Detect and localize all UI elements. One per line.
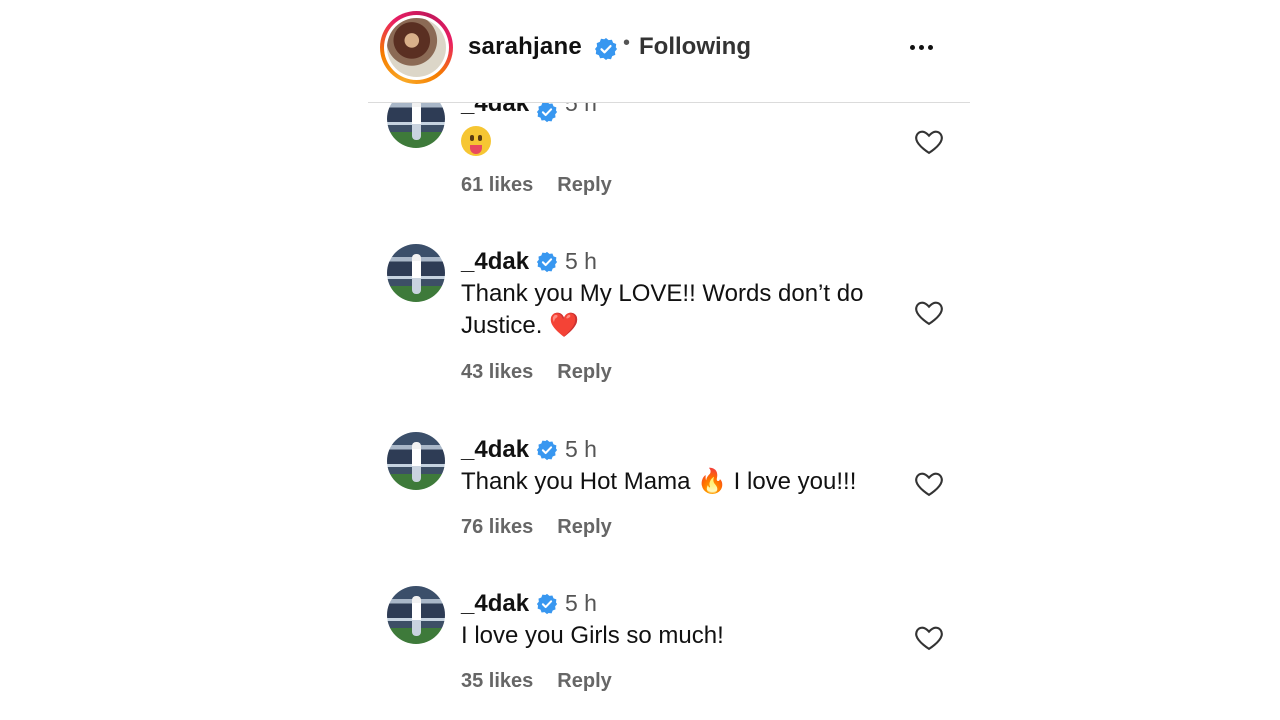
verified-badge-icon xyxy=(536,593,558,615)
post-header: sarahjane • Following xyxy=(368,0,970,103)
verified-badge-icon xyxy=(536,439,558,461)
comment-text: I love you Girls so much! xyxy=(461,622,724,649)
story-ring[interactable] xyxy=(380,11,453,84)
comments-panel: _4dak 5 h 61 likes Reply _4dak 5 h Thank … xyxy=(368,0,970,720)
header-username[interactable]: sarahjane xyxy=(468,33,582,61)
heart-icon[interactable] xyxy=(914,127,944,155)
comment-item: _4dak 5 h I love you Girls so much! 35 l… xyxy=(368,586,970,720)
comment-item: _4dak 5 h Thank you Hot Mama 🔥 I love yo… xyxy=(368,432,970,582)
more-options-icon[interactable] xyxy=(903,30,939,64)
reply-button[interactable]: Reply xyxy=(557,516,611,538)
comment-text: Thank you Hot Mama 🔥 I love you!!! xyxy=(461,468,857,495)
comment-meta: 35 likes Reply xyxy=(461,670,612,693)
commenter-avatar[interactable] xyxy=(387,586,445,644)
comment-meta: 43 likes Reply xyxy=(461,361,612,384)
tongue-out-emoji-icon xyxy=(461,125,491,156)
comment-time: 5 h xyxy=(565,436,597,462)
likes-count[interactable]: 76 likes xyxy=(461,516,533,538)
comment-time: 5 h xyxy=(565,590,597,616)
avatar[interactable] xyxy=(387,18,446,77)
heart-icon[interactable] xyxy=(914,469,944,497)
comment-item: _4dak 5 h Thank you My LOVE!! Words don’… xyxy=(368,244,970,394)
comment-username[interactable]: _4dak xyxy=(461,590,529,618)
verified-badge-icon xyxy=(536,251,558,273)
likes-count[interactable]: 61 likes xyxy=(461,174,533,196)
comment-time: 5 h xyxy=(565,248,597,274)
comment-username[interactable]: _4dak xyxy=(461,436,529,464)
commenter-avatar[interactable] xyxy=(387,432,445,490)
separator-dot: • xyxy=(623,32,631,54)
reply-button[interactable]: Reply xyxy=(557,361,611,383)
comment-username[interactable]: _4dak xyxy=(461,248,529,276)
comment-meta: 76 likes Reply xyxy=(461,516,612,539)
verified-badge-icon xyxy=(536,101,558,123)
reply-button[interactable]: Reply xyxy=(557,670,611,692)
commenter-avatar[interactable] xyxy=(387,244,445,302)
heart-icon[interactable] xyxy=(914,623,944,651)
reply-button[interactable]: Reply xyxy=(557,174,611,196)
comment-text xyxy=(461,124,899,156)
following-button[interactable]: Following xyxy=(639,33,751,61)
likes-count[interactable]: 43 likes xyxy=(461,361,533,383)
comment-text: Thank you My LOVE!! Words don’t do Justi… xyxy=(461,280,864,339)
verified-badge-icon xyxy=(595,38,617,60)
likes-count[interactable]: 35 likes xyxy=(461,670,533,692)
comment-meta: 61 likes Reply xyxy=(461,174,612,197)
heart-icon[interactable] xyxy=(914,298,944,326)
comment-item: _4dak 5 h 61 likes Reply xyxy=(368,90,970,240)
